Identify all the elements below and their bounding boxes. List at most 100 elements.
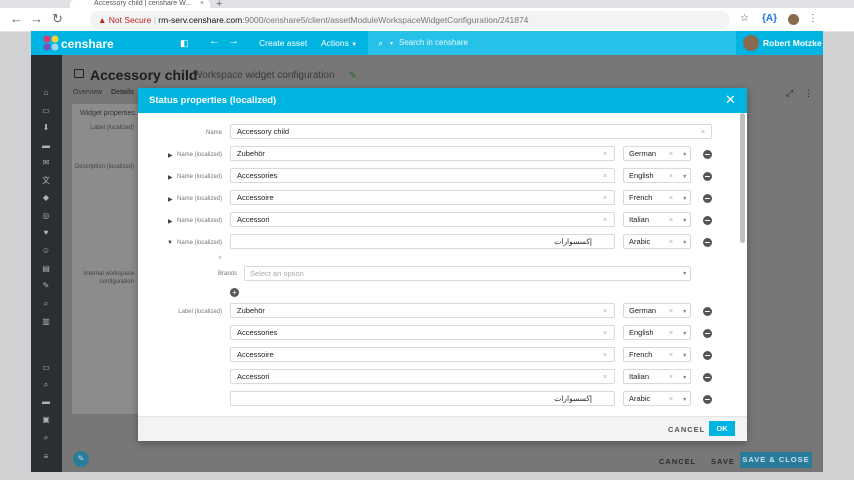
label-language-select-french[interactable]: French	[623, 347, 691, 362]
window-icon[interactable]: ▭	[41, 363, 51, 372]
clear-icon[interactable]: ×	[669, 216, 673, 225]
mail-icon[interactable]: ✉	[41, 158, 51, 167]
filter-icon[interactable]: ≡	[41, 452, 51, 461]
clear-icon[interactable]: ×	[669, 238, 673, 247]
clear-icon[interactable]: ×	[603, 373, 607, 382]
search-dropdown-icon[interactable]: ▼	[389, 39, 394, 50]
nav-forward-icon[interactable]: →	[228, 36, 239, 47]
menu-dots-icon[interactable]: ⋮	[808, 13, 818, 25]
edit-icon[interactable]: ✎	[349, 70, 357, 81]
chevron-down-icon[interactable]: ▼	[682, 330, 687, 338]
folder-icon[interactable]: ▬	[41, 141, 51, 150]
label-localized-input-arabic[interactable]: إكسسوارات	[230, 391, 615, 406]
close-tab-icon[interactable]: ×	[200, 0, 204, 7]
label-localized-input-italian[interactable]: Accessori	[230, 369, 615, 384]
heart-icon[interactable]: ♥	[41, 228, 51, 237]
remove-row-icon[interactable]	[703, 329, 712, 338]
search-icon[interactable]: ⌕	[41, 433, 51, 442]
remove-row-icon[interactable]	[703, 307, 712, 316]
inbox-icon[interactable]: ▭	[41, 106, 51, 115]
clear-icon[interactable]: ×	[669, 150, 673, 159]
trash-icon[interactable]: ▥	[41, 317, 51, 326]
document-icon[interactable]: ▤	[41, 264, 51, 273]
label-localized-input-english[interactable]: Accessories	[230, 325, 615, 340]
close-icon[interactable]: ✕	[725, 92, 736, 108]
edit-document-icon[interactable]: ✎	[41, 281, 51, 290]
modal-scrollbar[interactable]	[740, 113, 745, 243]
save-close-button[interactable]: SAVE & CLOSE	[740, 452, 812, 468]
name-localized-input-english[interactable]: Accessories	[230, 168, 615, 183]
quick-action-icon[interactable]: ✎	[73, 451, 89, 467]
tab-details[interactable]: Details	[111, 89, 134, 96]
search-icon[interactable]: ⌕	[41, 380, 51, 389]
actions-menu-button[interactable]: Actions ▼	[321, 38, 357, 51]
home-icon[interactable]: ⌂	[41, 88, 51, 97]
tag-icon[interactable]: ◆	[41, 193, 51, 202]
browser-tab[interactable]: Accessory child | censhare W...	[70, 0, 210, 8]
forward-icon[interactable]: →	[30, 12, 43, 26]
remove-row-icon[interactable]	[703, 172, 712, 181]
user-name[interactable]: Robert Motzke	[763, 38, 822, 48]
clear-icon[interactable]: ×	[603, 329, 607, 338]
page-save-button[interactable]: SAVE	[711, 457, 735, 466]
name-localized-input-arabic[interactable]: إكسسوارات	[230, 234, 615, 249]
add-brand-icon[interactable]: +	[230, 288, 239, 297]
users-icon[interactable]: ☺	[41, 246, 51, 255]
tab-overview[interactable]: Overview	[73, 89, 102, 96]
chevron-down-icon[interactable]: ▼	[682, 173, 687, 181]
nav-back-icon[interactable]: ←	[209, 36, 220, 47]
language-select-german[interactable]: German	[623, 146, 691, 161]
clear-icon[interactable]: ×	[669, 194, 673, 203]
panel-toggle-icon[interactable]: ◧	[180, 38, 189, 49]
chat-icon[interactable]: ▬	[41, 397, 51, 406]
clear-icon[interactable]: ×	[603, 150, 607, 159]
chevron-down-icon[interactable]: ▼	[682, 374, 687, 382]
label-localized-input-french[interactable]: Accessoire	[230, 347, 615, 362]
clear-icon[interactable]: ×	[603, 194, 607, 203]
clear-icon[interactable]: ×	[701, 128, 705, 137]
chevron-down-icon[interactable]: ▼	[682, 195, 687, 203]
address-bar[interactable]: ▲ Not Secure | rm-serv.censhare.com:9000…	[90, 11, 730, 29]
ok-button[interactable]: OK	[709, 421, 735, 436]
clear-icon[interactable]: ×	[603, 307, 607, 316]
label-language-select-english[interactable]: English	[623, 325, 691, 340]
name-localized-input-german[interactable]: Zubehör	[230, 146, 615, 161]
extension-icon[interactable]: {A}	[762, 13, 777, 25]
page-cancel-button[interactable]: CANCEL	[659, 457, 696, 466]
cancel-button[interactable]: CANCEL	[668, 425, 705, 434]
clear-icon[interactable]: ×	[218, 254, 222, 263]
label-localized-input-german[interactable]: Zubehör	[230, 303, 615, 318]
clear-icon[interactable]: ×	[669, 329, 673, 338]
name-localized-input-french[interactable]: Accessoire	[230, 190, 615, 205]
chevron-down-icon[interactable]: ▼	[682, 396, 687, 404]
remove-row-icon[interactable]	[703, 373, 712, 382]
clear-icon[interactable]: ×	[603, 216, 607, 225]
download-icon[interactable]: ⬇	[41, 123, 51, 132]
user-avatar[interactable]	[743, 35, 759, 51]
profile-avatar-icon[interactable]	[788, 14, 799, 25]
reload-icon[interactable]: ↻	[52, 12, 63, 26]
clear-icon[interactable]: ×	[669, 373, 673, 382]
chevron-down-icon[interactable]: ▼	[682, 270, 687, 278]
search-icon[interactable]: ⌕	[41, 299, 51, 308]
back-icon[interactable]: ←	[10, 12, 23, 26]
language-select-english[interactable]: English	[623, 168, 691, 183]
clear-icon[interactable]: ×	[669, 172, 673, 181]
clear-icon[interactable]: ×	[669, 351, 673, 360]
name-input[interactable]: Accessory child	[230, 124, 712, 139]
brands-select[interactable]: Select an option	[244, 266, 691, 281]
chevron-down-icon[interactable]: ▼	[682, 352, 687, 360]
label-language-select-arabic[interactable]: Arabic	[623, 391, 691, 406]
create-asset-button[interactable]: Create asset	[259, 38, 307, 49]
remove-row-icon[interactable]	[703, 351, 712, 360]
compass-icon[interactable]: ◎	[41, 211, 51, 220]
language-select-french[interactable]: French	[623, 190, 691, 205]
chevron-down-icon[interactable]: ▼	[682, 239, 687, 247]
clear-icon[interactable]: ×	[603, 351, 607, 360]
remove-row-icon[interactable]	[703, 238, 712, 247]
remove-row-icon[interactable]	[703, 395, 712, 404]
remove-row-icon[interactable]	[703, 216, 712, 225]
chevron-down-icon[interactable]: ▼	[682, 308, 687, 316]
bookmark-star-icon[interactable]: ☆	[740, 13, 749, 25]
label-language-select-german[interactable]: German	[623, 303, 691, 318]
